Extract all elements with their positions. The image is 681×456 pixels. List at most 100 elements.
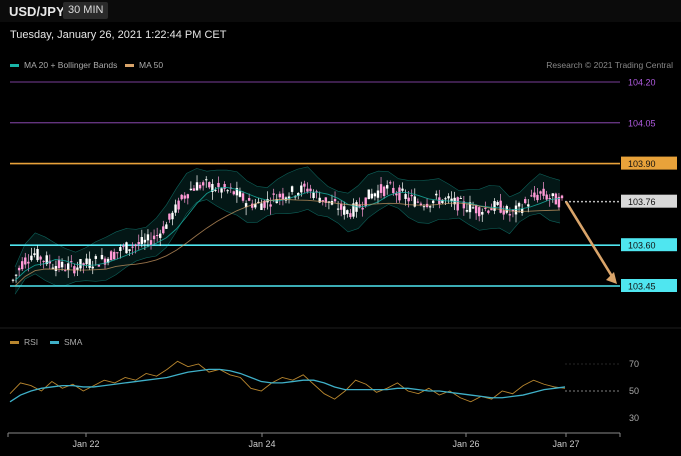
candle-body bbox=[300, 185, 303, 193]
candle-body bbox=[389, 182, 392, 184]
candle-body bbox=[146, 234, 150, 241]
candle-body bbox=[33, 253, 36, 256]
candle-body bbox=[36, 249, 39, 261]
candle-body bbox=[131, 246, 134, 248]
candle-body bbox=[536, 194, 539, 201]
candle-body bbox=[306, 188, 309, 192]
candle-body bbox=[76, 267, 79, 270]
candle-body bbox=[278, 193, 282, 198]
candle-body bbox=[459, 197, 462, 199]
candle-body bbox=[456, 197, 459, 211]
candle-body bbox=[435, 193, 438, 196]
candle-body bbox=[545, 194, 548, 200]
candle-body bbox=[155, 235, 159, 237]
candle-body bbox=[548, 197, 551, 200]
candle-body bbox=[481, 211, 484, 215]
candle-body bbox=[367, 189, 370, 200]
candle-body bbox=[226, 190, 229, 192]
candle-body bbox=[174, 204, 177, 213]
candle-body bbox=[447, 196, 450, 199]
candle-body bbox=[444, 198, 447, 200]
candle-body bbox=[349, 213, 352, 218]
candle-body bbox=[85, 258, 88, 265]
bollinger-bands bbox=[14, 166, 561, 295]
projection bbox=[564, 200, 617, 284]
candle-body bbox=[346, 210, 349, 215]
candle-body bbox=[493, 201, 496, 211]
candle-body bbox=[370, 193, 374, 199]
level-label-103.60: 103.60 bbox=[628, 241, 656, 251]
candle-body bbox=[361, 207, 364, 210]
candle-body bbox=[91, 266, 94, 269]
candle-body bbox=[97, 264, 101, 267]
candle-body bbox=[312, 192, 315, 199]
candle-body bbox=[514, 205, 518, 215]
candle-body bbox=[517, 203, 521, 207]
candle-body bbox=[30, 255, 33, 261]
rsi-tick-70: 70 bbox=[629, 359, 639, 369]
candle-body bbox=[379, 184, 383, 193]
candle-body bbox=[189, 188, 193, 191]
candle-body bbox=[382, 186, 386, 197]
candle-body bbox=[14, 274, 18, 276]
candle-body bbox=[17, 267, 21, 271]
candle-body bbox=[373, 193, 377, 197]
candle-body bbox=[502, 210, 505, 215]
candle-body bbox=[530, 195, 533, 197]
x-tick-label: Jan 26 bbox=[452, 439, 479, 449]
candle-body bbox=[149, 240, 153, 246]
candle-body bbox=[484, 207, 487, 209]
rsi-tick-30: 30 bbox=[629, 413, 639, 423]
candle-body bbox=[88, 258, 91, 268]
candle-body bbox=[407, 197, 410, 202]
x-tick-label: Jan 27 bbox=[552, 439, 579, 449]
candle-body bbox=[137, 241, 140, 245]
candle-body bbox=[54, 266, 58, 271]
candle-body bbox=[260, 203, 263, 211]
candle-body bbox=[134, 244, 137, 247]
candle-body bbox=[214, 189, 217, 191]
candle-body bbox=[551, 193, 554, 197]
candle-body bbox=[422, 206, 426, 208]
candle-body bbox=[527, 204, 530, 207]
candle-body bbox=[232, 191, 236, 195]
candle-body bbox=[410, 194, 413, 197]
candle-body bbox=[428, 206, 432, 208]
price-chart[interactable]: 104.20 104.05 103.90 103.76 103.60 103.45 70 5… bbox=[0, 0, 681, 456]
candle-body bbox=[309, 188, 312, 192]
candle-body bbox=[51, 267, 55, 269]
candle-body bbox=[465, 210, 469, 212]
projection-arrow-line bbox=[564, 200, 615, 279]
level-label-103.90: 103.90 bbox=[628, 159, 656, 169]
candle-body bbox=[42, 260, 45, 262]
candle-body bbox=[241, 193, 245, 201]
candle-body bbox=[162, 226, 165, 234]
candle-body bbox=[508, 214, 512, 216]
candle-body bbox=[477, 207, 481, 217]
candle-body bbox=[195, 182, 199, 191]
candle-body bbox=[11, 279, 15, 281]
candle-body bbox=[290, 186, 294, 192]
x-axis: Jan 22 Jan 24 Jan 26 Jan 27 bbox=[7, 432, 621, 449]
candle-body bbox=[152, 235, 156, 240]
x-tick-label: Jan 24 bbox=[248, 439, 275, 449]
candle-body bbox=[220, 188, 223, 193]
candle-body bbox=[24, 257, 27, 265]
rsi-tick-50: 50 bbox=[629, 386, 639, 396]
candle-body bbox=[177, 200, 180, 210]
candle-body bbox=[401, 188, 404, 191]
candle-body bbox=[542, 188, 545, 196]
candle-body bbox=[125, 242, 128, 254]
candle-body bbox=[140, 237, 144, 244]
candle-body bbox=[205, 179, 208, 181]
candle-body bbox=[474, 205, 478, 214]
candle-body bbox=[67, 263, 70, 271]
candle-body bbox=[238, 191, 242, 197]
candle-body bbox=[57, 259, 61, 269]
candle-body bbox=[398, 187, 401, 201]
candle-body bbox=[103, 258, 107, 265]
candle-body bbox=[128, 249, 131, 251]
candle-body bbox=[122, 245, 125, 247]
candle-body bbox=[431, 200, 435, 204]
candle-body bbox=[247, 198, 251, 201]
